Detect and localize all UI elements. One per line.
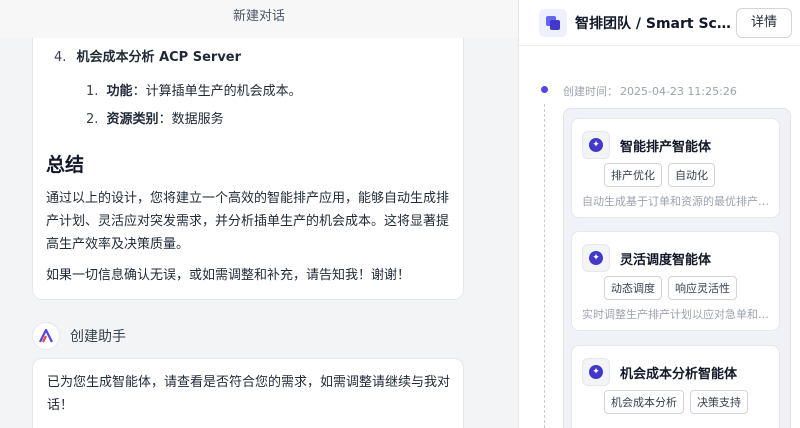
sparkle-icon: ✦ (582, 131, 610, 159)
agent-card[interactable]: ✦ 灵活调度智能体 动态调度 响应灵活性 实时调整生产排产计划以应对急单和变化 (571, 231, 780, 331)
assistant-logo-icon (32, 322, 60, 350)
agent-name: 机会成本分析智能体 (620, 367, 738, 382)
list-number: 2. (86, 112, 99, 127)
conversation-title-bar: 新建对话 (0, 0, 518, 38)
agent-tag: 排产优化 (604, 163, 662, 187)
agent-tags: 排产优化 自动化 (604, 163, 715, 187)
agent-description: 实时调整生产排产计划以应对急单和变化 (582, 308, 772, 321)
conversation-title: 新建对话 (232, 9, 285, 24)
agent-description: 自动生成基于订单和资源的最优排产计划 (582, 195, 772, 208)
list-number: 1. (86, 84, 99, 99)
team-title: 智排团队 / Smart Scheduling (575, 16, 735, 32)
item-text: 计算插单生产的机会成本。 (145, 84, 302, 99)
sparkle-icon: ✦ (582, 358, 610, 386)
team-stack-icon (539, 9, 567, 37)
item-label: 资源类别 (106, 112, 159, 127)
reply-text: 已为您生成智能体，请查看是否符合您的需求，如需调整请继续与我对话！ (47, 375, 451, 413)
agent-tags: 机会成本分析 决策支持 (604, 390, 748, 414)
item-separator: ： (158, 112, 172, 127)
team-header: 智排团队 / Smart Scheduling 详情 (519, 0, 800, 46)
agent-tag: 动态调度 (604, 276, 662, 300)
agent-tag: 决策支持 (690, 390, 748, 414)
created-time: 创建时间： 2025-04-23 11:25:26 (563, 83, 737, 99)
agent-tags: 动态调度 响应灵活性 (604, 276, 737, 300)
agent-tag: 机会成本分析 (604, 390, 684, 414)
team-panel: 智排团队 / Smart Scheduling 详情 创建时间：2025-04-… (518, 0, 800, 428)
timeline-line (544, 104, 545, 428)
chat-panel: 4. 机会成本分析 ACP Server 1. 功能：计算插单生产的机会成本。 … (0, 0, 518, 428)
sparkle-icon: ✦ (582, 244, 610, 272)
list-item-section-4: 4. 机会成本分析 ACP Server (54, 46, 241, 65)
item-label: 功能 (106, 84, 133, 99)
agent-tag: 自动化 (668, 163, 715, 187)
list-item-title: 机会成本分析 ACP Server (76, 50, 242, 65)
closing-paragraph: 如果一切信息确认无误，或如需调整和补充，请告知我！谢谢！ (46, 268, 411, 283)
assistant-name: 创建助手 (70, 329, 126, 345)
summary-paragraph: 通过以上的设计，您将建立一个高效的智能排产应用，能够自动生成排产计划、灵活应对突… (46, 191, 450, 252)
assistant-header: 创建助手 (32, 322, 126, 350)
agent-card[interactable]: ✦ 机会成本分析智能体 机会成本分析 决策支持 (571, 345, 780, 428)
item-text: 数据服务 (171, 112, 224, 127)
summary-heading: 总结 (46, 154, 85, 176)
list-number: 4. (54, 50, 67, 65)
reply-card: 已为您生成智能体，请查看是否符合您的需求，如需调整请继续与我对话！ (32, 358, 464, 428)
sub-list-item-function: 1. 功能：计算插单生产的机会成本。 (86, 80, 302, 99)
agent-tag: 响应灵活性 (668, 276, 737, 300)
item-separator: ： (132, 84, 146, 99)
agent-card[interactable]: ✦ 智能排产智能体 排产优化 自动化 自动生成基于订单和资源的最优排产计划 (571, 118, 780, 218)
details-button[interactable]: 详情 (736, 8, 792, 38)
created-label: 创建时间： (563, 85, 618, 98)
agent-name: 智能排产智能体 (620, 140, 712, 155)
created-value: 2025-04-23 11:25:26 (620, 85, 737, 98)
agent-name: 灵活调度智能体 (620, 253, 712, 268)
sub-list-item-resource: 2. 资源类别：数据服务 (86, 108, 224, 127)
timeline-dot-icon (541, 86, 548, 93)
